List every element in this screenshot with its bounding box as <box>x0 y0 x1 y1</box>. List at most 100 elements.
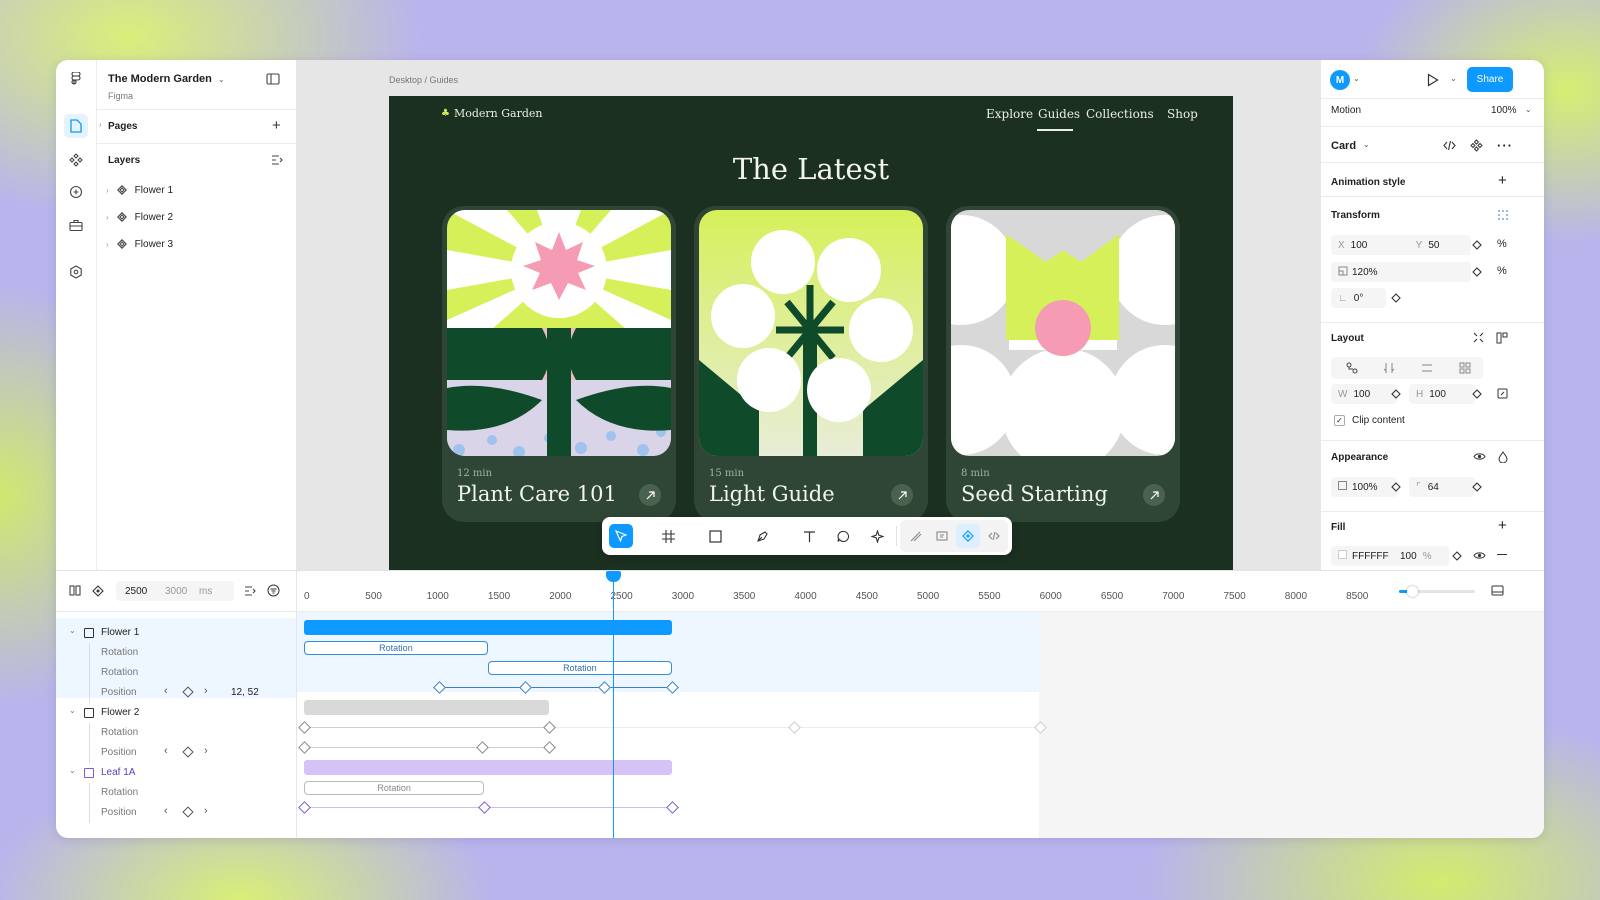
settings-icon[interactable] <box>64 260 88 284</box>
track-group-name[interactable]: Flower 2 <box>101 707 139 718</box>
layout-horizontal-icon[interactable] <box>1421 362 1433 377</box>
track-property-name[interactable]: Rotation <box>101 787 138 798</box>
track-property-name[interactable]: Position <box>101 747 137 758</box>
chevron-down-icon[interactable]: ⌄ <box>69 706 76 715</box>
fill-hex[interactable]: FFFFFF <box>1352 551 1396 562</box>
brand-logo[interactable]: ♣ Modern Garden <box>441 107 542 120</box>
timeline-tracks-area[interactable]: Rotation Rotation Rotation <box>297 612 1544 838</box>
rotation-value[interactable]: 0° <box>1354 293 1364 304</box>
keyframe[interactable] <box>475 741 489 754</box>
animation-clip[interactable]: Rotation <box>487 661 672 675</box>
corner-radius-value[interactable]: 64 <box>1428 482 1439 493</box>
clip-content-checkbox[interactable]: ✓ <box>1334 415 1345 426</box>
arrow-up-right-icon[interactable] <box>1143 484 1165 506</box>
layout-grid-icon[interactable] <box>1496 332 1508 347</box>
chevron-right-icon[interactable]: › <box>106 213 109 222</box>
add-fill-icon[interactable]: + <box>1498 517 1507 534</box>
fill-field[interactable]: FFFFFF 100 % <box>1331 546 1449 566</box>
eye-icon[interactable] <box>1473 551 1486 563</box>
width-value[interactable]: 100 <box>1353 389 1370 400</box>
chevron-right-icon[interactable]: › <box>204 745 208 757</box>
keyframe[interactable] <box>665 681 679 694</box>
zoom-slider-handle[interactable] <box>1407 586 1418 597</box>
remove-fill-icon[interactable] <box>1497 554 1507 556</box>
canvas[interactable]: Desktop / Guides ♣ Modern Garden Explore… <box>297 60 1320 570</box>
chevron-down-icon[interactable]: ⌄ <box>69 766 76 775</box>
animation-clip[interactable]: Rotation <box>304 641 488 655</box>
motion-mode-icon[interactable] <box>956 524 980 548</box>
transform-options-icon[interactable] <box>1497 209 1509 224</box>
scale-value[interactable]: 120% <box>1352 267 1378 278</box>
chevron-down-icon[interactable]: ⌄ <box>218 75 225 84</box>
panel-split-icon[interactable] <box>69 585 81 599</box>
layer-item-flower-1[interactable]: › Flower 1 <box>106 180 173 200</box>
height-field[interactable]: H 100 <box>1409 384 1475 404</box>
fill-opacity[interactable]: 100 <box>1400 551 1417 562</box>
keyframe-icon[interactable] <box>1452 551 1462 564</box>
code-icon[interactable] <box>1443 140 1456 154</box>
chevron-down-icon[interactable]: ⌄ <box>1353 74 1360 83</box>
keyframe[interactable] <box>1033 721 1047 734</box>
keyframe-icon[interactable] <box>1472 240 1482 253</box>
timeline-ruler[interactable]: 0 500 1000 1500 2000 2500 3000 3500 4000 4500 5000… <box>297 571 1544 612</box>
keyframe[interactable] <box>518 681 532 694</box>
filter-icon[interactable] <box>267 584 280 600</box>
chevron-right-icon[interactable]: › <box>99 120 102 129</box>
figma-logo-icon[interactable] <box>64 68 88 92</box>
chevron-down-icon[interactable]: ⌄ <box>1525 105 1532 114</box>
track-group-name[interactable]: Leaf 1A <box>101 767 135 778</box>
constraints-icon[interactable]: % <box>1497 265 1507 277</box>
file-icon[interactable] <box>64 114 88 138</box>
nav-guides[interactable]: Guides <box>1038 107 1080 121</box>
opacity-value[interactable]: 100% <box>1352 482 1378 493</box>
file-title-row[interactable]: The Modern Garden ⌄ <box>108 73 225 85</box>
track-bar[interactable] <box>304 760 672 775</box>
website-frame[interactable]: ♣ Modern Garden Explore Guides Collectio… <box>389 96 1233 570</box>
scale-field[interactable]: 120% <box>1331 262 1471 282</box>
arrow-up-right-icon[interactable] <box>639 484 661 506</box>
position-value[interactable]: 12, 52 <box>231 687 259 698</box>
timeline-options-icon[interactable] <box>245 586 256 599</box>
time-input-group[interactable]: 2500 3000 ms <box>116 581 234 601</box>
chevron-left-icon[interactable]: ‹ <box>164 685 168 697</box>
chevron-left-icon[interactable]: ‹ <box>164 805 168 817</box>
more-icon[interactable]: ··· <box>1497 138 1513 153</box>
actions-tool-icon[interactable] <box>865 524 889 548</box>
track-group-name[interactable]: Flower 1 <box>101 627 139 638</box>
panel-toggle-icon[interactable] <box>266 73 280 88</box>
chevron-down-icon[interactable]: ⌄ <box>1450 74 1457 83</box>
frame-breadcrumb[interactable]: Desktop / Guides <box>389 75 458 85</box>
layer-item-flower-2[interactable]: › Flower 2 <box>106 207 173 227</box>
pages-label[interactable]: Pages <box>108 121 137 132</box>
eye-icon[interactable] <box>1473 452 1486 464</box>
track-property-name[interactable]: Position <box>101 807 137 818</box>
position-field[interactable]: X 100 Y 50 <box>1331 235 1471 255</box>
panel-layout-icon[interactable] <box>1491 585 1504 599</box>
rectangle-tool-icon[interactable] <box>703 524 727 548</box>
play-icon[interactable] <box>1427 73 1439 90</box>
component-name[interactable]: Card <box>1331 140 1356 152</box>
width-field[interactable]: W 100 <box>1331 384 1397 404</box>
chevron-down-icon[interactable]: ⌄ <box>69 626 76 635</box>
dev-mode-icon[interactable] <box>982 524 1006 548</box>
layout-grid-mode-icon[interactable] <box>1459 362 1471 377</box>
chevron-left-icon[interactable]: ‹ <box>164 745 168 757</box>
keyframe-icon[interactable] <box>182 806 194 818</box>
layout-vertical-icon[interactable] <box>1383 362 1395 377</box>
add-page-icon[interactable]: + <box>272 117 281 134</box>
resize-icon[interactable] <box>1497 388 1508 402</box>
layer-item-flower-3[interactable]: › Flower 3 <box>106 234 173 254</box>
collapse-icon[interactable] <box>1473 332 1484 346</box>
keyframe[interactable] <box>543 721 557 734</box>
track-property-name[interactable]: Position <box>101 687 137 698</box>
blend-mode-icon[interactable] <box>1498 451 1508 466</box>
slides-mode-icon[interactable] <box>930 524 954 548</box>
keyframe-icon[interactable] <box>1391 293 1401 306</box>
chevron-right-icon[interactable]: › <box>204 685 208 697</box>
guide-card[interactable]: 15 min Light Guide <box>694 206 928 522</box>
keyframe-icon[interactable] <box>1472 389 1482 402</box>
component-icon[interactable] <box>1470 139 1483 155</box>
track-bar[interactable] <box>304 700 550 715</box>
animation-clip[interactable]: Rotation <box>304 781 485 795</box>
track-property-name[interactable]: Rotation <box>101 727 138 738</box>
